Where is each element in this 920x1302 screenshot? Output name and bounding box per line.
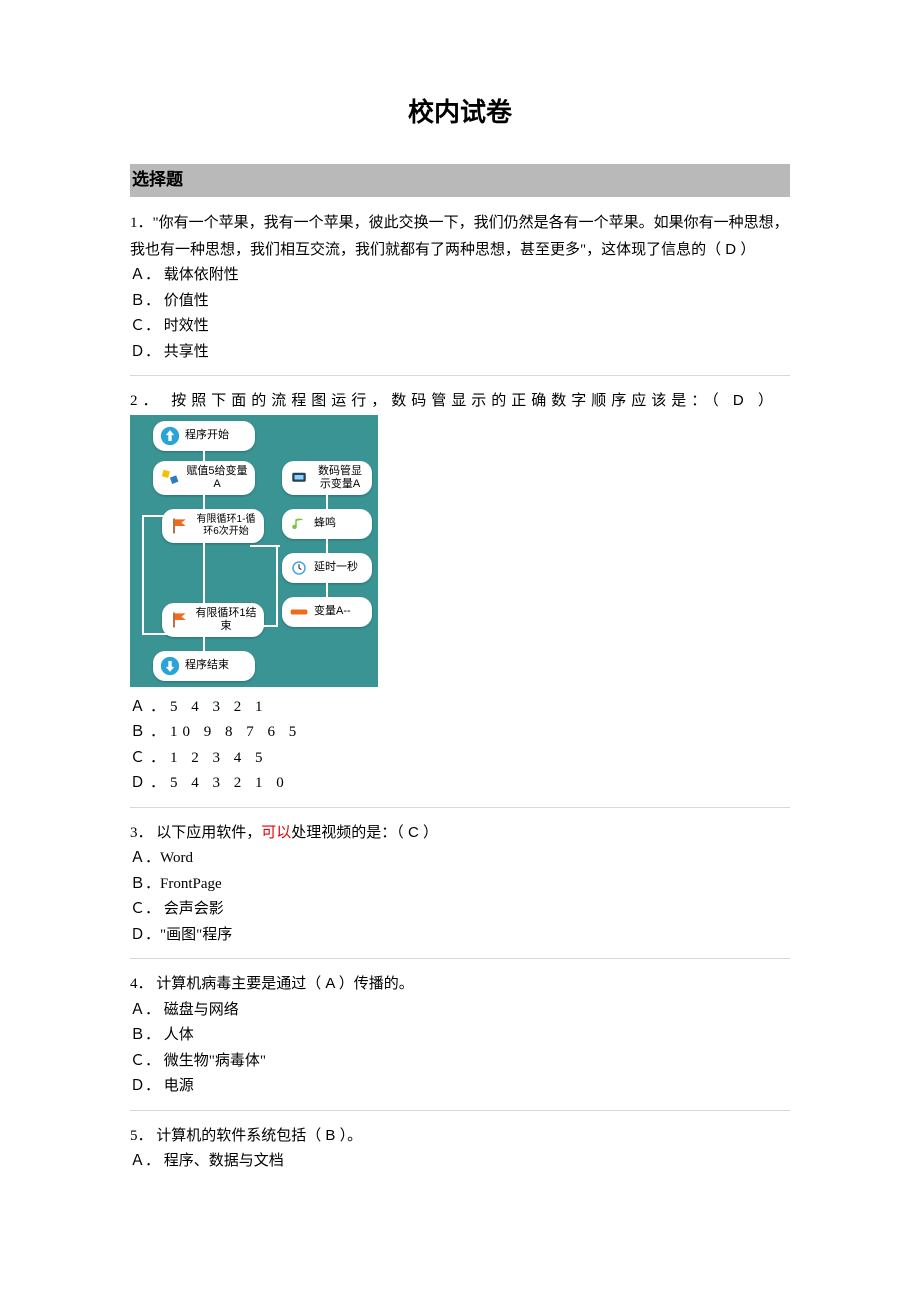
option-a: Ａ．Word [130,846,790,872]
question-text: 4． 计算机病毒主要是通过（ A ）传播的。 [130,971,790,998]
flow-node-assign: 赋值5给变量A [153,461,255,495]
option-c: Ｃ． 会声会影 [130,897,790,923]
flow-node-decrement: 变量A-- [282,597,372,627]
answer-letter: B [321,1127,339,1144]
question-text: 3． 以下应用软件，可以处理视频的是：（ C ） [130,820,790,847]
flow-node-end: 程序结束 [153,651,255,681]
question-3: 3． 以下应用软件，可以处理视频的是：（ C ） Ａ．Word Ｂ．FrontP… [130,820,790,960]
page-title: 校内试卷 [130,90,790,134]
option-b: Ｂ．FrontPage [130,872,790,898]
option-a: Ａ． 磁盘与网络 [130,998,790,1024]
question-text: 1．"你有一个苹果，我有一个苹果，彼此交换一下，我们仍然是各有一个苹果。如果你有… [130,211,790,263]
option-c: Ｃ． 微生物"病毒体" [130,1049,790,1075]
highlighted-text: 可以 [261,825,291,841]
option-c: Ｃ．1 2 3 4 5 [130,746,790,772]
section-heading: 选择题 [130,164,790,197]
clock-icon [288,557,310,579]
question-text: 5． 计算机的软件系统包括（ B ）。 [130,1123,790,1150]
option-a: Ａ．5 4 3 2 1 [130,695,790,721]
flowchart-diagram: 程序开始 赋值5给变量A 有限循环1-循环6次开始 [130,415,378,687]
answer-letter: D [721,241,740,258]
end-icon [159,655,181,677]
flag-icon [168,609,190,631]
question-1: 1．"你有一个苹果，我有一个苹果，彼此交换一下，我们仍然是各有一个苹果。如果你有… [130,211,790,376]
start-icon [159,425,181,447]
flow-node-start: 程序开始 [153,421,255,451]
answer-letter: C [404,824,423,841]
option-d: Ｄ．5 4 3 2 1 0 [130,771,790,797]
option-a: Ａ． 载体依附性 [130,263,790,289]
question-2: 2． 按照下面的流程图运行，数码管显示的正确数字顺序应该是：（ D ） 程序开始 [130,388,790,808]
option-b: Ｂ．10 9 8 7 6 5 [130,720,790,746]
exam-page: 校内试卷 选择题 1．"你有一个苹果，我有一个苹果，彼此交换一下，我们仍然是各有… [0,0,920,1257]
option-d: Ｄ．"画图"程序 [130,923,790,949]
display-icon [288,467,310,489]
note-icon [288,513,310,535]
question-4: 4． 计算机病毒主要是通过（ A ）传播的。 Ａ． 磁盘与网络 Ｂ． 人体 Ｃ．… [130,971,790,1111]
flow-node-loop-open: 有限循环1-循环6次开始 [162,509,264,543]
answer-letter: D [724,392,758,409]
flow-node-loop-close: 有限循环1结束 [162,603,264,637]
flow-node-display: 数码管显示变量A [282,461,372,495]
question-5: 5． 计算机的软件系统包括（ B ）。 Ａ． 程序、数据与文档 [130,1123,790,1185]
option-a: Ａ． 程序、数据与文档 [130,1149,790,1175]
answer-letter: A [321,975,339,992]
flag-icon [168,515,190,537]
option-d: Ｄ． 共享性 [130,340,790,366]
question-text: 2． 按照下面的流程图运行，数码管显示的正确数字顺序应该是：（ D ） [130,388,790,415]
tools-icon [159,467,181,489]
flow-node-buzz: 蜂鸣 [282,509,372,539]
minus-icon [288,601,310,623]
flow-node-delay: 延时一秒 [282,553,372,583]
option-b: Ｂ． 价值性 [130,289,790,315]
option-b: Ｂ． 人体 [130,1023,790,1049]
option-d: Ｄ． 电源 [130,1074,790,1100]
option-c: Ｃ． 时效性 [130,314,790,340]
